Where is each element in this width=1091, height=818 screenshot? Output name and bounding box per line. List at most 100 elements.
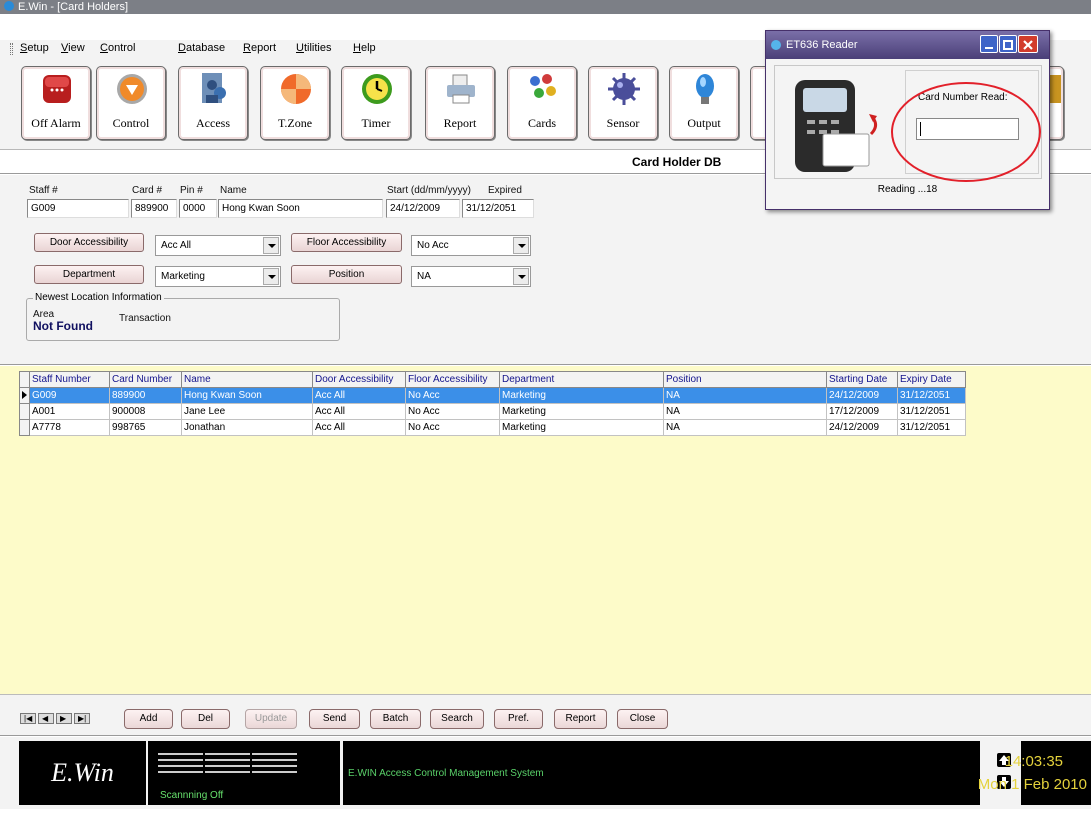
door-accessibility-select[interactable]: Acc All [155,235,281,256]
col-name[interactable]: Name [181,371,313,388]
position-button[interactable]: Position [291,265,402,284]
table-cell[interactable]: 24/12/2009 [826,419,898,436]
start-date-field[interactable]: 24/12/2009 [386,199,460,218]
col-card-number[interactable]: Card Number [109,371,182,388]
minimize-icon[interactable] [980,35,998,53]
delete-button[interactable]: Del [181,709,230,729]
table-cell[interactable]: 998765 [109,419,182,436]
search-button[interactable]: Search [430,709,484,729]
col-door-accessibility[interactable]: Door Accessibility [312,371,406,388]
chevron-down-icon[interactable] [513,268,529,285]
table-cell[interactable]: Marketing [499,387,664,404]
report-action-button[interactable]: Report [554,709,607,729]
table-cell[interactable]: 17/12/2009 [826,403,898,420]
last-record-button[interactable]: ▶| [74,713,90,724]
table-cell[interactable]: 24/12/2009 [826,387,898,404]
table-cell[interactable]: 900008 [109,403,182,420]
floor-accessibility-select[interactable]: No Acc [411,235,531,256]
table-cell[interactable]: Jane Lee [181,403,313,420]
col-staff-number[interactable]: Staff Number [29,371,110,388]
expiry-date-field[interactable]: 31/12/2051 [462,199,534,218]
floor-accessibility-button[interactable]: Floor Accessibility [291,233,402,252]
control-button[interactable]: Control [96,66,166,140]
row-selector[interactable] [19,403,30,420]
table-cell[interactable]: 889900 [109,387,182,404]
position-select[interactable]: NA [411,266,531,287]
table-cell[interactable]: NA [663,403,827,420]
chevron-down-icon[interactable] [263,237,279,254]
table-cell[interactable]: No Acc [405,403,500,420]
table-cell[interactable]: No Acc [405,419,500,436]
timer-button[interactable]: Timer [341,66,411,140]
table-cell[interactable]: NA [663,387,827,404]
menu-help[interactable]: Help [353,42,376,54]
table-cell[interactable]: G009 [29,387,110,404]
table-cell[interactable]: Jonathan [181,419,313,436]
staff-number-field[interactable]: G009 [27,199,129,218]
col-department[interactable]: Department [499,371,664,388]
maximize-icon[interactable] [999,35,1017,53]
menu-setup[interactable]: Setup [20,42,49,54]
batch-button[interactable]: Batch [370,709,421,729]
add-button[interactable]: Add [124,709,173,729]
table-cell[interactable]: NA [663,419,827,436]
card-label: Card # [132,185,163,196]
col-position[interactable]: Position [663,371,827,388]
send-button[interactable]: Send [309,709,360,729]
menu-control[interactable]: Control [100,42,135,54]
off-alarm-button[interactable]: Off Alarm [21,66,91,140]
sensor-button[interactable]: Sensor [588,66,658,140]
menu-utilities[interactable]: Utilities [296,42,331,54]
row-header-corner [19,371,30,388]
first-record-button[interactable]: |◀ [20,713,36,724]
col-floor-accessibility[interactable]: Floor Accessibility [405,371,500,388]
menu-view[interactable]: View [61,42,85,54]
update-button[interactable]: Update [245,709,297,729]
table-cell[interactable]: Acc All [312,387,406,404]
table-cell[interactable]: 31/12/2051 [897,419,966,436]
pin-field[interactable]: 0000 [179,199,217,218]
table-cell[interactable]: Hong Kwan Soon [181,387,313,404]
table-cell[interactable]: 31/12/2051 [897,387,966,404]
table-cell[interactable]: Marketing [499,419,664,436]
col-starting-date[interactable]: Starting Date [826,371,898,388]
reader-title: ET636 Reader [786,39,858,51]
card-number-field[interactable]: 889900 [131,199,177,218]
table-cell[interactable]: 31/12/2051 [897,403,966,420]
table-cell[interactable]: No Acc [405,387,500,404]
tzone-button[interactable]: T.Zone [260,66,330,140]
menu-report[interactable]: Report [243,42,276,54]
preferences-button[interactable]: Pref. [494,709,543,729]
table-cell[interactable]: Acc All [312,419,406,436]
close-icon[interactable] [1018,35,1038,53]
table-cell[interactable]: A001 [29,403,110,420]
table-cell[interactable]: Acc All [312,403,406,420]
col-expiry-date[interactable]: Expiry Date [897,371,966,388]
staff-label: Staff # [29,185,58,196]
control-label: Control [112,116,150,130]
table-cell[interactable]: A7778 [29,419,110,436]
cards-button[interactable]: Cards [507,66,577,140]
name-field[interactable]: Hong Kwan Soon [218,199,383,218]
prev-record-button[interactable]: ◀ [38,713,54,724]
department-button[interactable]: Department [34,265,144,284]
table-cell[interactable]: Marketing [499,403,664,420]
table-row[interactable]: A001 900008 Jane Lee Acc All No Acc Mark… [19,403,966,420]
output-button[interactable]: Output [669,66,739,140]
row-selector[interactable] [19,419,30,436]
door-accessibility-button[interactable]: Door Accessibility [34,233,144,252]
menu-database[interactable]: Database [178,42,225,54]
row-selector[interactable] [19,387,30,404]
chevron-down-icon[interactable] [513,237,529,254]
department-select[interactable]: Marketing [155,266,281,287]
app-logo: E.Win [19,741,146,805]
report-button[interactable]: Report [425,66,495,140]
table-row[interactable]: A7778 998765 Jonathan Acc All No Acc Mar… [19,419,966,436]
chevron-down-icon[interactable] [263,268,279,285]
clock-date: Mon 1 Feb 2010 [977,776,1087,793]
next-record-button[interactable]: ▶ [56,713,72,724]
table-row[interactable]: G009 889900 Hong Kwan Soon Acc All No Ac… [19,387,966,404]
access-button[interactable]: Access [178,66,248,140]
position-value: NA [417,271,431,282]
close-button[interactable]: Close [617,709,668,729]
